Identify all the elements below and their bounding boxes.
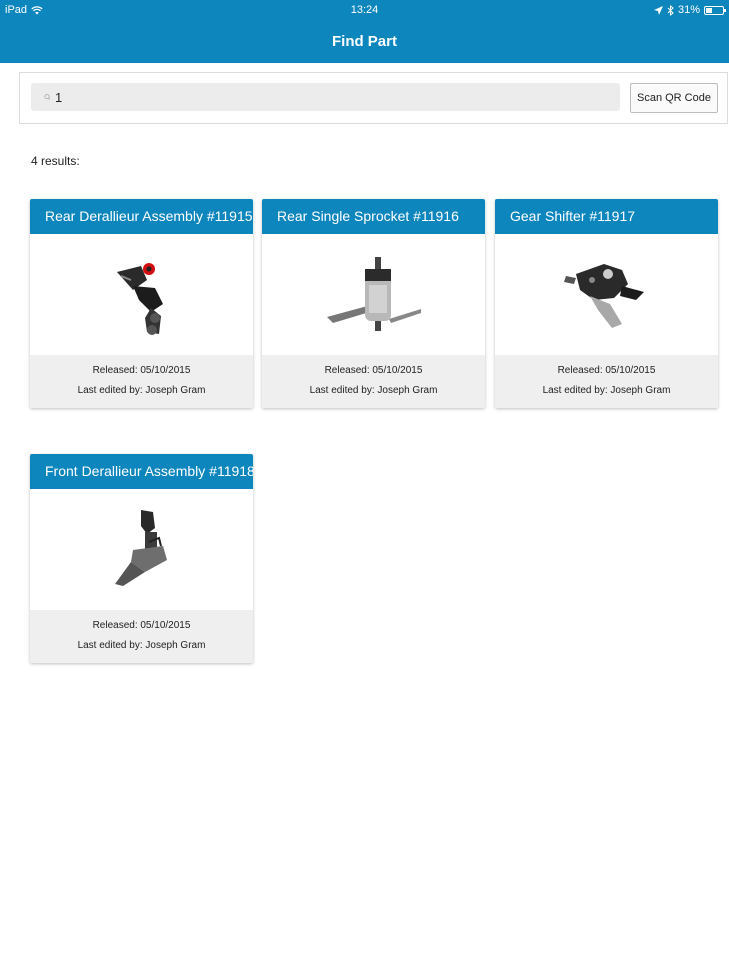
part-meta: Released: 05/10/2015 Last edited by: Jos… — [262, 355, 485, 408]
part-title: Gear Shifter #11917 — [495, 199, 718, 234]
status-right: 31% — [653, 4, 726, 16]
gear-shifter-image — [495, 234, 718, 355]
part-card[interactable]: Rear Derallieur Assembly #11915 Released… — [30, 199, 253, 408]
part-title: Rear Single Sprocket #11916 — [262, 199, 485, 234]
rear-derailleur-image — [30, 234, 253, 355]
part-title: Rear Derallieur Assembly #11915 — [30, 199, 253, 234]
status-time: 13:24 — [350, 4, 379, 16]
location-arrow-icon — [653, 5, 663, 15]
page-title: Find Part — [331, 33, 397, 50]
released-date: Released: 05/10/2015 — [92, 365, 191, 376]
part-meta: Released: 05/10/2015 Last edited by: Jos… — [30, 610, 253, 663]
released-date: Released: 05/10/2015 — [92, 620, 191, 631]
last-edited-by: Last edited by: Joseph Gram — [309, 385, 438, 396]
part-title: Front Derallieur Assembly #11918 — [30, 454, 253, 489]
rear-hub-sprocket-image — [262, 234, 485, 355]
last-edited-by: Last edited by: Joseph Gram — [77, 640, 206, 651]
nav-bar: Find Part — [0, 20, 729, 63]
part-meta: Released: 05/10/2015 Last edited by: Jos… — [30, 355, 253, 408]
front-derailleur-image — [30, 489, 253, 610]
results-count: 4 results: — [31, 154, 80, 168]
part-card[interactable]: Rear Single Sprocket #11916 Released: 05… — [262, 199, 485, 408]
last-edited-by: Last edited by: Joseph Gram — [542, 385, 671, 396]
last-edited-by: Last edited by: Joseph Gram — [77, 385, 206, 396]
status-bar: iPad 13:24 31% — [0, 0, 729, 20]
released-date: Released: 05/10/2015 — [557, 365, 656, 376]
search-input[interactable]: 1 — [31, 83, 620, 111]
search-panel: 1 Scan QR Code — [19, 72, 728, 124]
part-card[interactable]: Gear Shifter #11917 Released: 05/10/2015… — [495, 199, 718, 408]
scan-qr-button[interactable]: Scan QR Code — [630, 83, 718, 113]
battery-percent: 31% — [677, 4, 700, 16]
part-card[interactable]: Front Derallieur Assembly #11918 Release… — [30, 454, 253, 663]
released-date: Released: 05/10/2015 — [324, 365, 423, 376]
battery-icon — [704, 5, 726, 15]
part-meta: Released: 05/10/2015 Last edited by: Jos… — [495, 355, 718, 408]
bluetooth-icon — [667, 4, 674, 16]
search-value: 1 — [55, 89, 63, 105]
search-icon — [44, 94, 51, 100]
